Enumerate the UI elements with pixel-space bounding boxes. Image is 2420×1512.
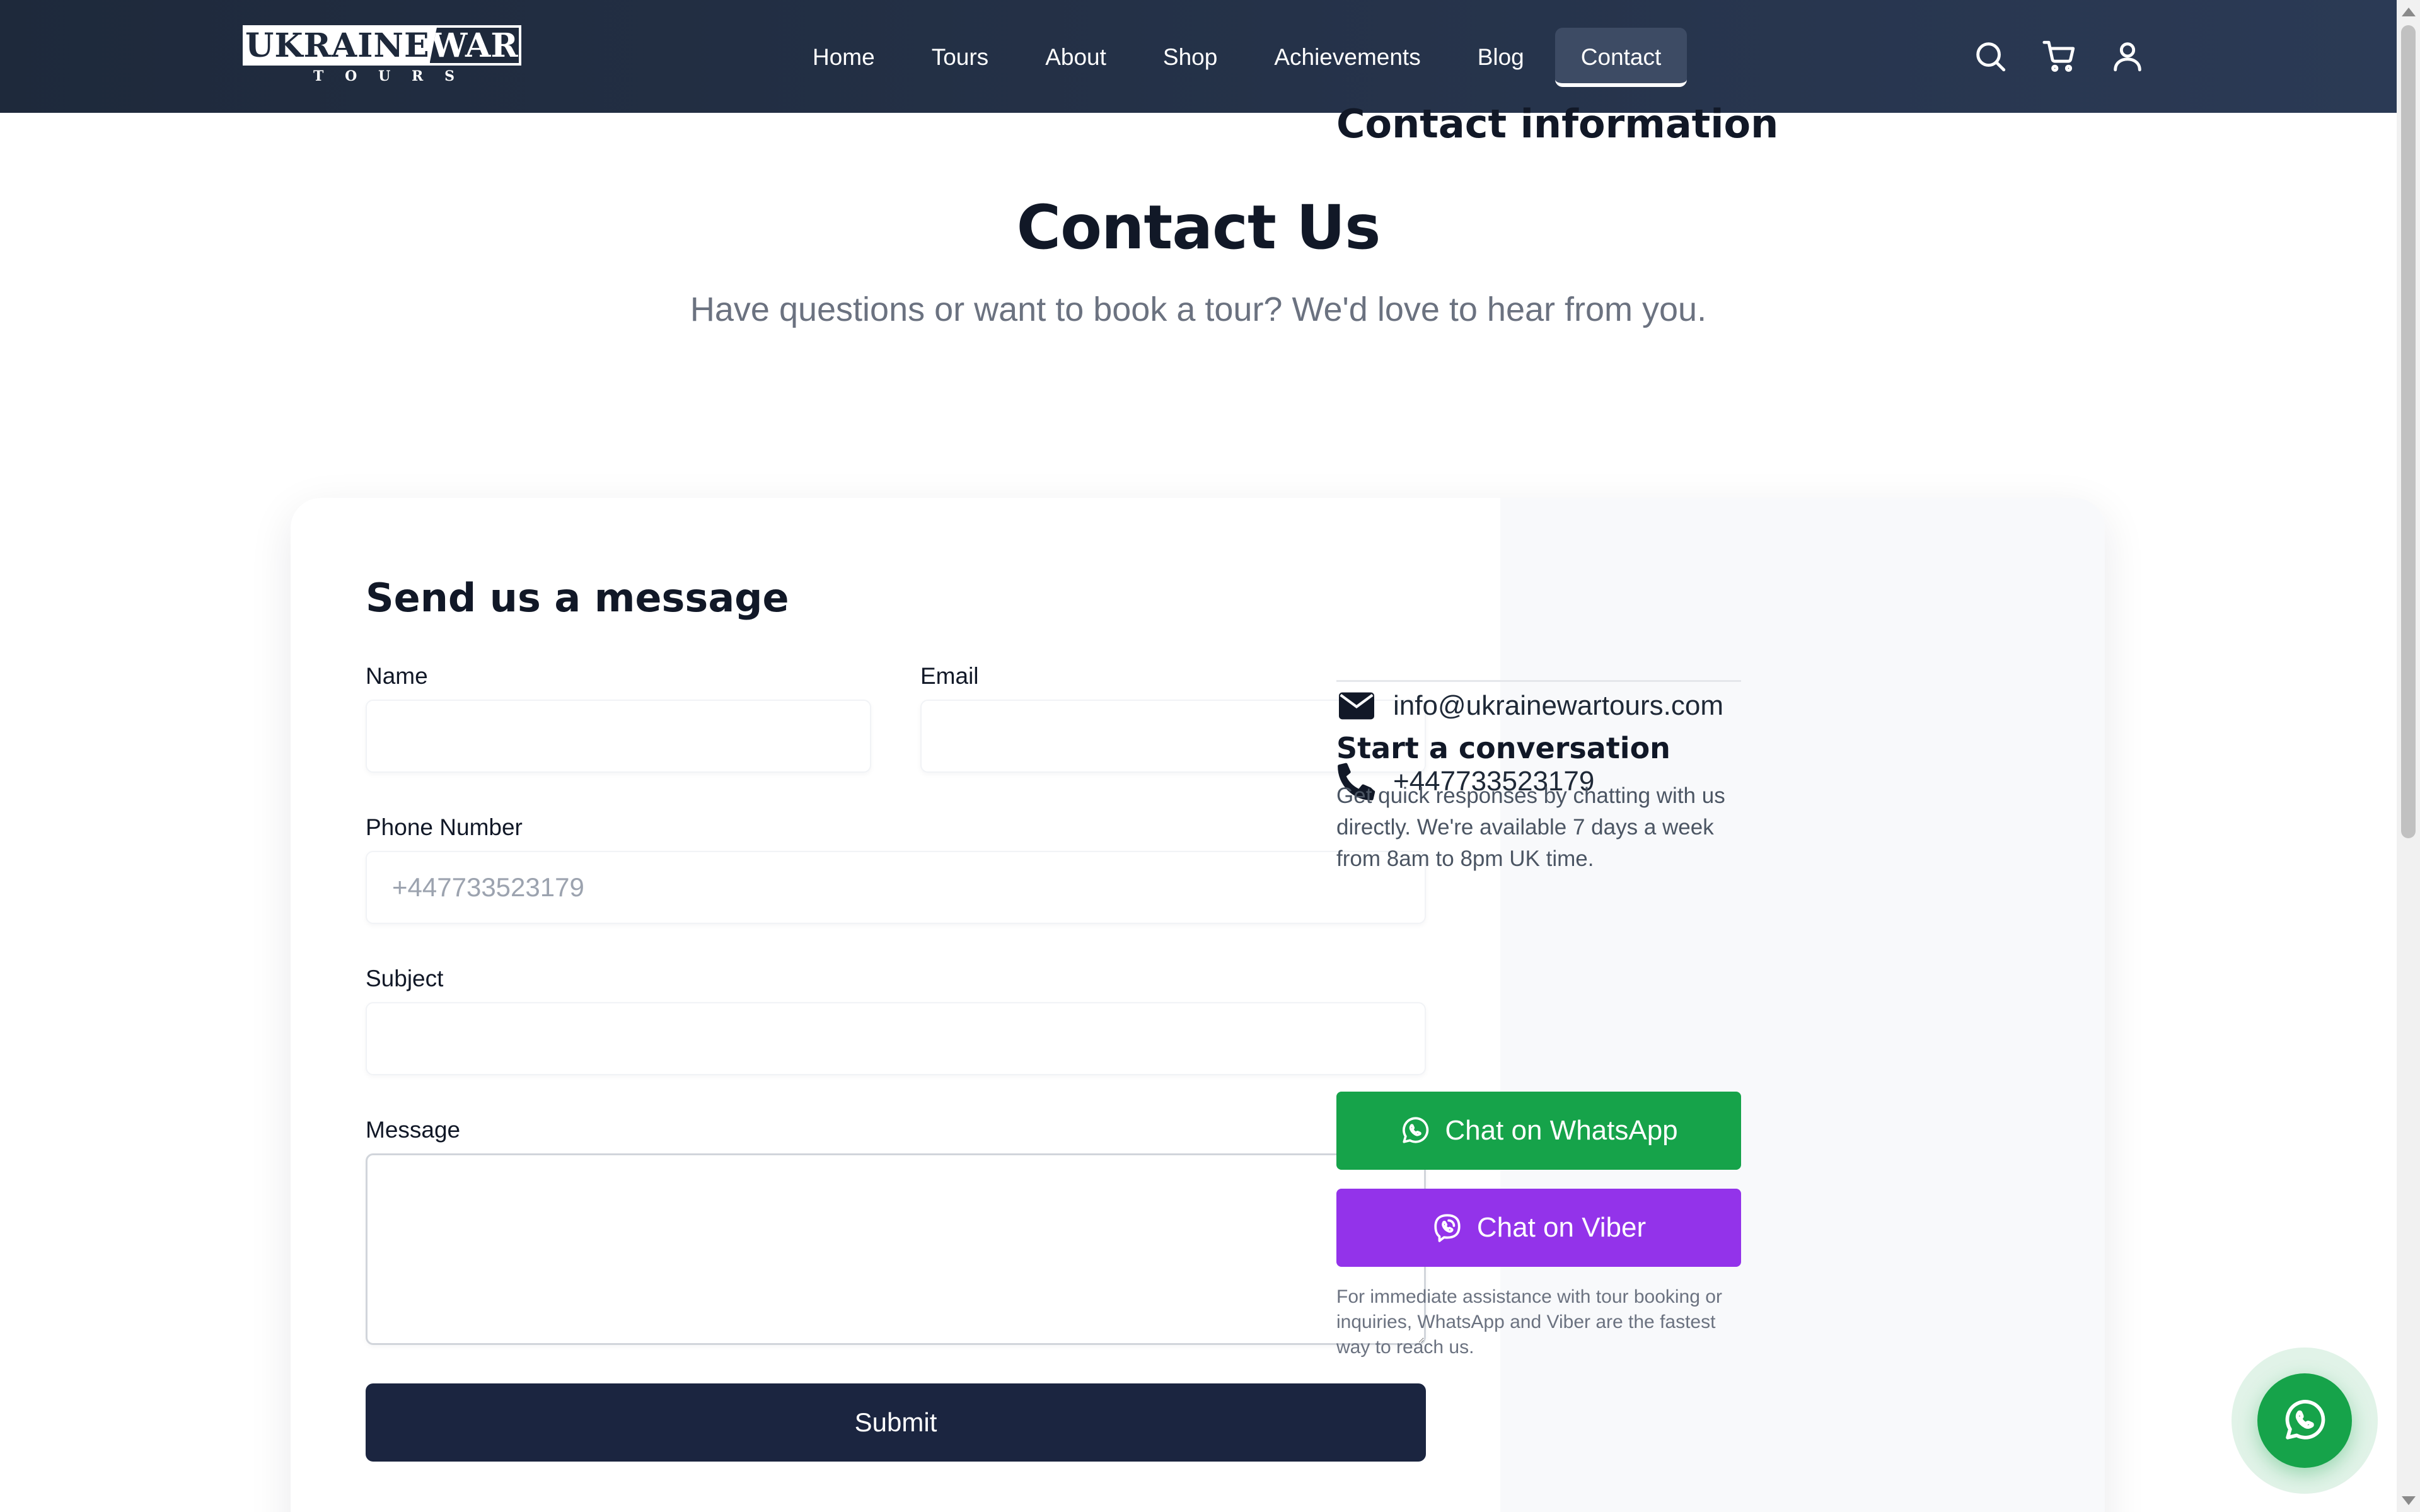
page-subtitle: Have questions or want to book a tour? W…: [690, 291, 1707, 328]
logo-tagline-letter: S: [444, 68, 454, 84]
phone-input[interactable]: [366, 851, 1426, 924]
conversation-text: Get quick responses by chatting with us …: [1336, 783, 1725, 871]
logo-word-ukraine: UKRAINE: [245, 26, 430, 65]
contact-email[interactable]: info@ukrainewartours.com: [1393, 690, 1723, 722]
subject-input[interactable]: [366, 1002, 1426, 1075]
scroll-up-arrow[interactable]: [2397, 0, 2420, 23]
user-icon[interactable]: [2109, 38, 2146, 74]
cart-icon[interactable]: [2041, 38, 2078, 74]
floating-whatsapp-button[interactable]: [2257, 1373, 2352, 1468]
whatsapp-icon: [2285, 1400, 2325, 1440]
nav-item-achievements[interactable]: Achievements: [1248, 28, 1446, 87]
phone-label: Phone Number: [366, 814, 523, 840]
subject-label: Subject: [366, 966, 444, 991]
whatsapp-icon: [1403, 1117, 1429, 1143]
main-nav: Home Tours About Shop Achievements Blog …: [787, 28, 1692, 87]
logo-tagline-letter: O: [345, 68, 357, 84]
nav-item-home[interactable]: Home: [787, 28, 901, 87]
chat-whatsapp-label: Chat on WhatsApp: [1445, 1115, 1678, 1146]
logo-tagline-letter: U: [378, 68, 391, 84]
page: UKRAINE WAR T O U R S Home Tours About S…: [0, 0, 2420, 1512]
logo-word-war: WAR: [429, 26, 519, 65]
name-input[interactable]: [366, 700, 871, 773]
name-label: Name: [366, 663, 428, 689]
nav-item-tours[interactable]: Tours: [906, 28, 1014, 87]
scroll-down-arrow[interactable]: [2397, 1489, 2420, 1512]
logo-wordmark: UKRAINE WAR: [243, 25, 521, 66]
contact-info-title: Contact information: [1336, 101, 1779, 147]
logo-tagline: T O U R S: [313, 67, 454, 86]
form-title: Send us a message: [366, 575, 789, 621]
message-textarea[interactable]: [366, 1153, 1426, 1345]
nav-item-blog[interactable]: Blog: [1452, 28, 1550, 87]
viber-icon: [1434, 1214, 1461, 1242]
assistance-note: For immediate assistance with tour booki…: [1336, 1286, 1722, 1358]
contact-card: Send us a message Name Email Phone Numbe…: [291, 498, 2105, 1512]
chat-viber-button[interactable]: Chat on Viber: [1336, 1189, 1741, 1267]
contact-email-row[interactable]: info@ukrainewartours.com: [1336, 686, 1723, 726]
message-label: Message: [366, 1117, 461, 1143]
nav-item-about[interactable]: About: [1019, 28, 1132, 87]
page-title: Contact Us: [1016, 192, 1381, 263]
logo-tagline-letter: T: [313, 68, 324, 84]
submit-button[interactable]: Submit: [366, 1383, 1426, 1462]
chat-whatsapp-button[interactable]: Chat on WhatsApp: [1336, 1092, 1741, 1170]
scrollbar-thumb[interactable]: [2401, 25, 2416, 838]
email-label: Email: [920, 663, 979, 689]
chat-viber-label: Chat on Viber: [1476, 1212, 1647, 1243]
nav-item-shop[interactable]: Shop: [1137, 28, 1243, 87]
envelope-icon: [1339, 692, 1374, 720]
search-icon[interactable]: [1972, 38, 2008, 74]
top-navigation-bar: UKRAINE WAR T O U R S Home Tours About S…: [0, 0, 2397, 113]
conversation-title: Start a conversation: [1336, 731, 1670, 765]
logo-tagline-letter: R: [412, 68, 424, 84]
nav-item-contact[interactable]: Contact: [1554, 28, 1688, 87]
info-divider: [1336, 680, 1741, 682]
vertical-scrollbar[interactable]: [2397, 0, 2420, 1512]
site-logo[interactable]: UKRAINE WAR T O U R S: [243, 25, 521, 86]
